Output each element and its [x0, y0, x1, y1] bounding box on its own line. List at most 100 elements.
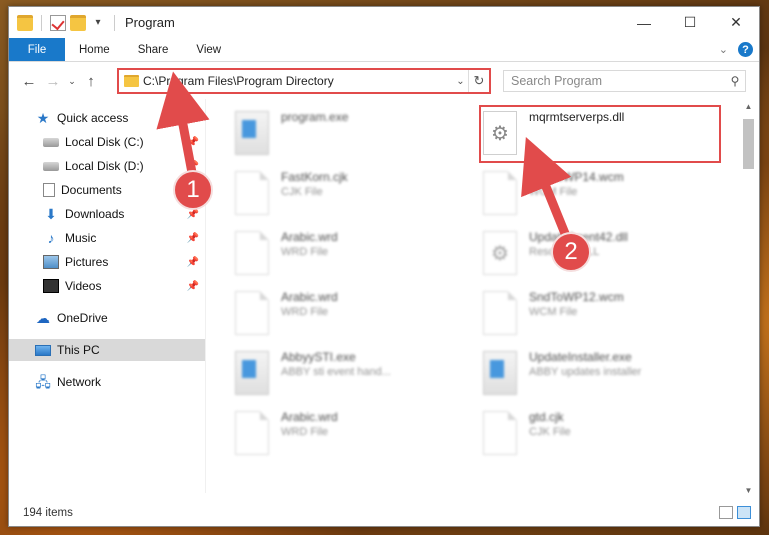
file-type: WRD File: [281, 426, 329, 438]
file-item[interactable]: SndToWP12.wcm WCM File: [483, 289, 723, 341]
file-type: WCM File: [529, 186, 578, 198]
file-item[interactable]: ⚙ UpdateAgent42.dllResource DLL: [483, 229, 723, 281]
scroll-up-icon[interactable]: ▲: [740, 99, 757, 115]
scroll-thumb[interactable]: [743, 119, 754, 169]
file-type: ABBY sti event hand...: [281, 366, 391, 378]
file-type: ABBY updates installer: [529, 366, 642, 378]
file-item[interactable]: FastKorn.cjk CJK File: [235, 169, 475, 221]
tab-file[interactable]: File: [9, 38, 65, 61]
folder-icon: [17, 14, 33, 31]
file-name: program.exe: [281, 110, 349, 124]
sidebar-item-pictures[interactable]: Pictures 📌: [9, 251, 205, 273]
dll-gear-icon: ⚙: [483, 231, 517, 275]
file-item[interactable]: Arabic.wrd WRD File: [235, 409, 475, 461]
sidebar-item-label: Quick access: [57, 111, 129, 125]
recent-locations-icon[interactable]: ⌄: [65, 76, 79, 87]
document-icon: [235, 291, 269, 335]
onedrive-icon: ☁: [36, 310, 50, 326]
new-folder-icon[interactable]: [70, 14, 86, 31]
file-name: Arabic.wrd: [281, 290, 338, 304]
file-type: CJK File: [529, 426, 571, 438]
large-icons-view-icon[interactable]: [737, 506, 751, 519]
highlight-box: [479, 105, 721, 163]
sidebar-item-downloads[interactable]: ⬇ Downloads 📌: [9, 203, 205, 225]
address-bar[interactable]: C:\Program Files\Program Directory ⌄ ↻: [117, 68, 491, 94]
navigation-pane: ★ Quick access Local Disk (C:) 📌 Local D…: [9, 99, 205, 493]
file-item[interactable]: AbbyySTI.exe ABBY sti event hand...: [235, 349, 475, 401]
divider: [41, 14, 42, 31]
sidebar-item-label: This PC: [57, 343, 100, 357]
file-item[interactable]: Arabic.wrd WRD File: [235, 229, 475, 281]
address-path[interactable]: C:\Program Files\Program Directory: [143, 74, 453, 88]
tab-home[interactable]: Home: [65, 38, 124, 61]
sidebar-item-onedrive[interactable]: ☁ OneDrive: [9, 307, 205, 329]
videos-icon: [43, 279, 59, 293]
file-item[interactable]: program.exe: [235, 109, 475, 161]
file-name: Arabic.wrd: [281, 230, 338, 244]
sidebar-item-local-disk-d[interactable]: Local Disk (D:) 📌: [9, 155, 205, 177]
pin-icon: 📌: [186, 232, 199, 244]
sidebar-item-quick-access[interactable]: ★ Quick access: [9, 107, 205, 129]
forward-button[interactable]: →: [41, 73, 65, 90]
expand-ribbon-icon[interactable]: ⌄: [719, 43, 728, 56]
star-icon: ★: [36, 110, 50, 126]
sidebar-item-label: Downloads: [65, 207, 125, 221]
refresh-icon[interactable]: ↻: [469, 73, 489, 89]
address-dropdown-icon[interactable]: ⌄: [453, 70, 469, 92]
status-bar: 194 items: [9, 501, 759, 525]
exe-icon: [235, 351, 269, 395]
document-icon: [483, 291, 517, 335]
pin-icon: 📌: [186, 280, 199, 292]
pin-icon: 📌: [186, 256, 199, 268]
search-input[interactable]: Search Program ⚲: [503, 70, 746, 92]
sidebar-item-local-disk-c[interactable]: Local Disk (C:) 📌: [9, 131, 205, 153]
sidebar-item-label: Network: [57, 375, 102, 389]
file-type: WRD File: [281, 246, 329, 258]
sidebar-item-videos[interactable]: Videos 📌: [9, 275, 205, 297]
maximize-button[interactable]: ☐: [667, 7, 713, 38]
scroll-down-icon[interactable]: ▼: [740, 483, 757, 499]
details-view-icon[interactable]: [719, 506, 733, 519]
minimize-button[interactable]: —: [621, 7, 667, 38]
tab-share[interactable]: Share: [124, 38, 183, 61]
search-icon[interactable]: ⚲: [725, 74, 745, 88]
vertical-scrollbar[interactable]: ▲ ▼: [740, 99, 757, 499]
customize-toolbar-icon[interactable]: ▾: [90, 15, 106, 31]
pc-icon: [35, 344, 51, 356]
document-icon: [235, 171, 269, 215]
file-item[interactable]: SndToWP14.wcm WCM File: [483, 169, 723, 221]
sidebar-item-music[interactable]: ♪ Music 📌: [9, 227, 205, 249]
pin-icon: 📌: [186, 136, 199, 148]
exe-icon: [235, 111, 269, 155]
file-item[interactable]: gtd.cjk CJK File: [483, 409, 723, 461]
help-icon[interactable]: ?: [738, 42, 753, 57]
close-button[interactable]: ✕: [713, 7, 759, 38]
file-item[interactable]: Arabic.wrd WRD File: [235, 289, 475, 341]
back-button[interactable]: ←: [17, 73, 41, 90]
sidebar-item-label: Videos: [65, 279, 102, 293]
network-icon: 🖧: [35, 374, 51, 390]
pane-divider[interactable]: [205, 99, 206, 493]
window-controls: — ☐ ✕: [621, 7, 759, 38]
sidebar-item-label: OneDrive: [57, 311, 108, 325]
properties-icon[interactable]: [50, 14, 66, 31]
sidebar-item-label: Local Disk (D:): [65, 159, 144, 173]
file-name: AbbyySTI.exe: [281, 350, 356, 364]
sidebar-item-this-pc[interactable]: This PC: [9, 339, 205, 361]
search-placeholder: Search Program: [511, 74, 603, 88]
document-icon: [235, 231, 269, 275]
sidebar-item-network[interactable]: 🖧 Network: [9, 371, 205, 393]
tab-view[interactable]: View: [182, 38, 235, 61]
ribbon-tabs: File Home Share View ⌄ ?: [9, 38, 759, 62]
up-button[interactable]: ↑: [79, 73, 103, 90]
folder-icon: [124, 75, 139, 87]
disk-icon: [43, 161, 59, 171]
item-count: 194 items: [23, 507, 73, 519]
file-item[interactable]: UpdateInstaller.exe ABBY updates installe…: [483, 349, 723, 401]
file-name: FastKorn.cjk: [281, 170, 348, 184]
sidebar-item-label: Music: [65, 231, 97, 245]
documents-icon: [43, 183, 55, 197]
title-bar: ▾ Program — ☐ ✕: [9, 7, 759, 38]
window-title: Program: [125, 15, 175, 30]
address-row: ← → ⌄ ↑ C:\Program Files\Program Directo…: [9, 63, 759, 99]
